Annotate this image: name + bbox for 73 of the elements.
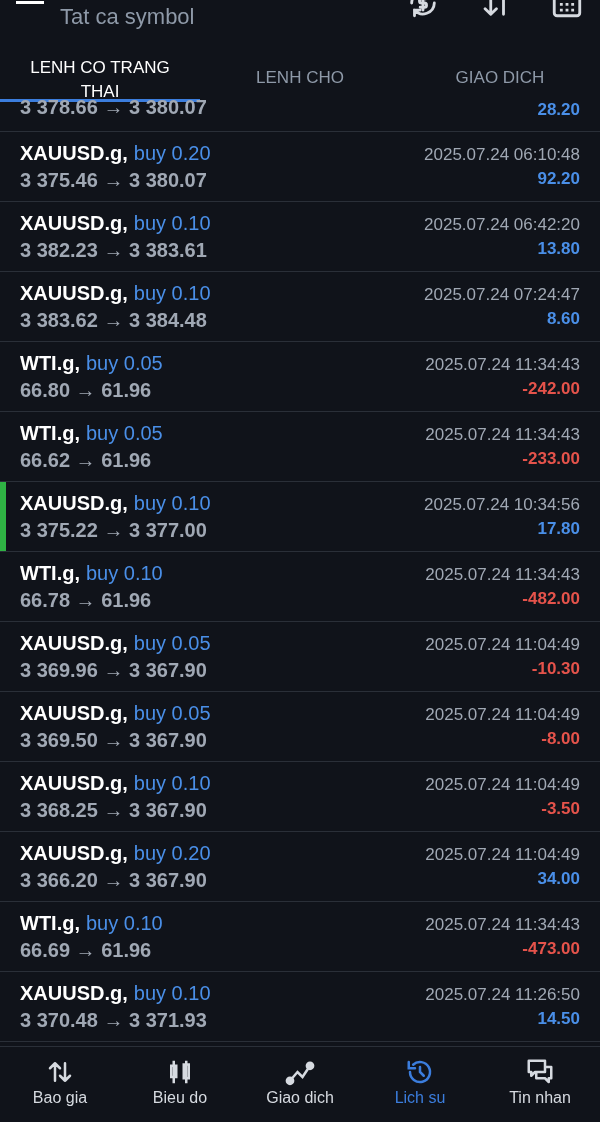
symbol: WTI.g, bbox=[20, 561, 80, 585]
deal-time: 2025.07.24 11:34:43 bbox=[425, 564, 580, 585]
deal-time: 2025.07.24 11:04:49 bbox=[425, 844, 580, 865]
profit-value: -482.00 bbox=[522, 588, 580, 609]
deal-side: buy 0.10 bbox=[133, 211, 211, 235]
deal-side: buy 0.20 bbox=[133, 141, 211, 165]
deal-side: buy 0.10 bbox=[86, 911, 163, 935]
symbol: XAUUSD.g, bbox=[20, 281, 128, 305]
price-range: 66.80 → 61.96 bbox=[20, 378, 153, 402]
profit-value: 14.50 bbox=[537, 1008, 580, 1029]
symbol: XAUUSD.g, bbox=[20, 981, 128, 1005]
nav-item[interactable]: Lich su bbox=[360, 1057, 480, 1107]
price-range: 3 369.96 → 3 367.90 bbox=[20, 658, 208, 682]
deal-side: buy 0.05 bbox=[133, 631, 211, 655]
symbol: WTI.g, bbox=[20, 351, 80, 375]
profit-value: -10.30 bbox=[531, 658, 580, 679]
deal-time: 2025.07.24 10:34:56 bbox=[424, 494, 580, 515]
nav-item[interactable]: Bieu do bbox=[120, 1057, 240, 1107]
price-range: 3 375.22 → 3 377.00 bbox=[20, 518, 208, 542]
symbol: WTI.g, bbox=[20, 421, 80, 445]
deal-time: 2025.07.24 11:34:43 bbox=[425, 424, 580, 445]
deal-time: 2025.07.24 11:04:49 bbox=[425, 634, 580, 655]
profit-value: -233.00 bbox=[522, 448, 580, 469]
deal-side: buy 0.10 bbox=[133, 491, 211, 515]
price-range: 3 382.23 → 3 383.61 bbox=[20, 238, 208, 262]
profit-value: 13.80 bbox=[537, 238, 580, 259]
price-range: 3 368.25 → 3 367.90 bbox=[20, 798, 208, 822]
deal-side: buy 0.10 bbox=[86, 561, 163, 585]
price-range: 66.78 → 61.96 bbox=[20, 588, 153, 612]
deal-time: 2025.07.24 11:26:50 bbox=[425, 984, 580, 1005]
symbol: XAUUSD.g, bbox=[20, 841, 128, 865]
profit-value: 28.20 bbox=[537, 100, 580, 120]
symbol: XAUUSD.g, bbox=[20, 701, 128, 725]
nav-item[interactable]: Giao dich bbox=[240, 1057, 360, 1107]
profit-value: -473.00 bbox=[522, 938, 580, 959]
deal-time: 2025.07.24 07:24:47 bbox=[424, 284, 580, 305]
deal-side: buy 0.10 bbox=[133, 281, 211, 305]
profit-value: -8.00 bbox=[541, 728, 580, 749]
profit-value: -3.50 bbox=[541, 798, 580, 819]
profit-value: 34.00 bbox=[537, 868, 580, 889]
deal-time: 2025.07.24 06:10:48 bbox=[424, 144, 580, 165]
price-range: 3 375.46 → 3 380.07 bbox=[20, 168, 208, 192]
symbol: XAUUSD.g, bbox=[20, 141, 128, 165]
nav-item[interactable]: Tin nhan bbox=[480, 1057, 600, 1107]
deal-side: buy 0.05 bbox=[86, 351, 163, 375]
price-range: 3 383.62 → 3 384.48 bbox=[20, 308, 208, 332]
deal-side: buy 0.05 bbox=[86, 421, 163, 445]
symbol: XAUUSD.g, bbox=[20, 771, 128, 795]
tab[interactable]: GIAO DICH bbox=[400, 52, 600, 102]
price-range: 3 366.20 → 3 367.90 bbox=[20, 868, 208, 892]
symbol: WTI.g, bbox=[20, 911, 80, 935]
price-range: 3 369.50 → 3 367.90 bbox=[20, 728, 208, 752]
profit-value: -242.00 bbox=[522, 378, 580, 399]
symbol-filter[interactable]: Tat ca symbol bbox=[60, 0, 368, 30]
deal-time: 2025.07.24 11:34:43 bbox=[425, 914, 580, 935]
profit-value: 92.20 bbox=[537, 168, 580, 189]
deal-time: 2025.07.24 11:04:49 bbox=[425, 704, 580, 725]
deal-side: buy 0.20 bbox=[133, 841, 211, 865]
deal-time: 2025.07.24 11:04:49 bbox=[425, 774, 580, 795]
symbol: XAUUSD.g, bbox=[20, 491, 128, 515]
deal-time: 2025.07.24 06:42:20 bbox=[424, 214, 580, 235]
symbol: XAUUSD.g, bbox=[20, 211, 128, 235]
nav-item[interactable]: Bao gia bbox=[0, 1057, 120, 1107]
profit-value: 8.60 bbox=[546, 308, 580, 329]
profit-value: 17.80 bbox=[537, 518, 580, 539]
deal-side: buy 0.10 bbox=[133, 771, 211, 795]
deal-side: buy 0.10 bbox=[133, 981, 211, 1005]
symbol: XAUUSD.g, bbox=[20, 631, 128, 655]
price-range: 66.62 → 61.96 bbox=[20, 448, 153, 472]
deal-time: 2025.07.24 11:34:43 bbox=[425, 354, 580, 375]
price-range: 3 370.48 → 3 371.93 bbox=[20, 1008, 208, 1032]
deal-side: buy 0.05 bbox=[133, 701, 211, 725]
price-range: 66.69 → 61.96 bbox=[20, 938, 153, 962]
